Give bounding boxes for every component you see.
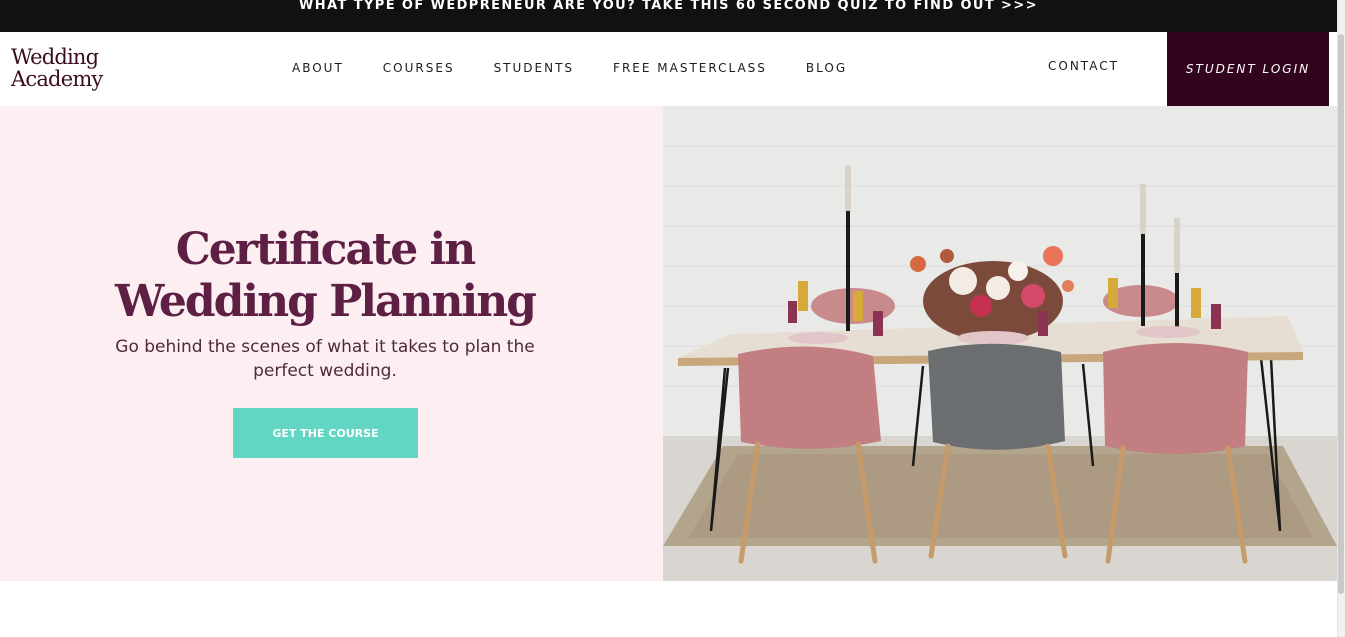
site-header: Wedding Academy ABOUT COURSES STUDENTS F… [0, 32, 1337, 106]
hero-title-line-1: Certificate in [175, 224, 477, 275]
hero-title-line-2: Wedding Planning [115, 276, 537, 327]
nav-item-about[interactable]: ABOUT [292, 61, 344, 77]
hero-subtitle: Go behind the scenes of what it takes to… [115, 337, 535, 381]
dining-table-photo-icon [663, 106, 1337, 581]
student-login-button[interactable]: STUDENT LOGIN [1167, 32, 1329, 106]
page-scrollbar[interactable] [1337, 0, 1345, 637]
hero-title: Certificate in Wedding Planning [0, 224, 650, 328]
nav-item-students[interactable]: STUDENTS [494, 61, 574, 77]
logo[interactable]: Wedding Academy [11, 46, 121, 90]
hero-image [663, 106, 1337, 581]
hero-text-panel: Certificate in Wedding Planning Go behin… [0, 106, 663, 581]
main-nav: ABOUT COURSES STUDENTS FREE MASTERCLASS … [292, 61, 886, 77]
logo-line-1: Wedding [11, 45, 99, 69]
nav-item-blog[interactable]: BLOG [806, 61, 847, 77]
nav-item-contact[interactable]: CONTACT [1048, 59, 1119, 73]
get-the-course-button[interactable]: GET THE COURSE [233, 408, 418, 458]
nav-item-free-masterclass[interactable]: FREE MASTERCLASS [613, 61, 767, 77]
promo-banner[interactable]: WHAT TYPE OF WEDPRENEUR ARE YOU? TAKE TH… [0, 0, 1337, 32]
nav-item-courses[interactable]: COURSES [383, 61, 455, 77]
logo-line-2: Academy [11, 67, 103, 91]
promo-banner-text[interactable]: WHAT TYPE OF WEDPRENEUR ARE YOU? TAKE TH… [299, 0, 1038, 12]
scrollbar-thumb[interactable] [1338, 34, 1344, 594]
